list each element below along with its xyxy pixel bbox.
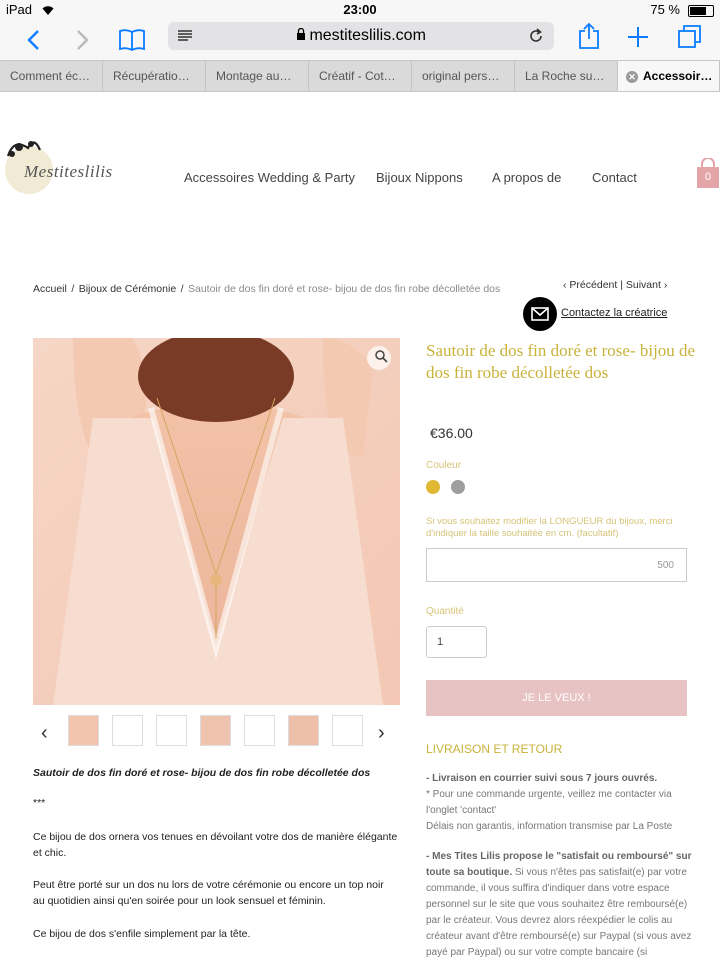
shipping-line-1: - Livraison en courrier suivi sous 7 jou… [426, 773, 658, 784]
product-title: Sautoir de dos fin doré et rose- bijou d… [426, 341, 696, 382]
next-link[interactable]: Suivant [626, 279, 661, 291]
nav-contact[interactable]: Contact [592, 170, 637, 185]
breadcrumb-separator: / [180, 283, 184, 295]
description-p1: Ce bijou de dos ornera vos tenues en dév… [33, 831, 398, 859]
color-label: Couleur [426, 460, 462, 471]
breadcrumb-current: Sautoir de dos fin doré et rose- bijou d… [187, 283, 501, 295]
chevron-right-icon[interactable]: › [664, 279, 668, 291]
gallery-thumbnail[interactable] [68, 715, 99, 746]
product-pager: ‹ Précédent | Suivant › [563, 279, 667, 291]
description-p3: Ce bijou de dos s'enfile simplement par … [33, 928, 251, 940]
breadcrumb-separator: / [71, 283, 75, 295]
quantity-value: 1 [437, 636, 444, 648]
color-swatch-gold[interactable] [426, 480, 440, 494]
url-text: mestiteslilis.com [309, 27, 426, 44]
tab-bar: Comment éc… Récupératio… Montage au… Cré… [0, 60, 720, 92]
add-to-cart-button[interactable]: JE LE VEUX ! [426, 680, 687, 716]
battery-percent: 75 % [650, 2, 680, 17]
shipping-heading: LIVRAISON ET RETOUR [426, 742, 563, 756]
nav-a-propos[interactable]: A propos de [492, 170, 561, 185]
browser-tab[interactable]: La Roche su… [515, 61, 618, 91]
breadcrumb-home[interactable]: Accueil [33, 283, 67, 295]
browser-tab-active[interactable]: ✕ Accessoir… [618, 61, 720, 91]
battery-icon [688, 5, 714, 17]
breadcrumb: Accueil / Bijoux de Cérémonie / Sautoir … [33, 279, 500, 297]
product-price: €36.00 [430, 425, 473, 441]
gallery-thumbnail[interactable] [112, 715, 143, 746]
close-tab-icon[interactable]: ✕ [626, 70, 638, 83]
length-input[interactable]: 500 [426, 548, 687, 582]
quantity-label: Quantité [426, 606, 464, 617]
forward-icon[interactable] [68, 20, 98, 60]
contact-creator-link[interactable]: Contactez la créatrice [561, 307, 667, 319]
shipping-line-3: Délais non garantis, information transmi… [426, 821, 673, 832]
browser-tab[interactable]: original pers… [412, 61, 515, 91]
prev-link[interactable]: Précédent [569, 279, 617, 291]
reload-icon[interactable] [528, 28, 544, 49]
description-stars: *** [33, 797, 46, 809]
browser-tab-label: Accessoir… [643, 69, 713, 83]
gallery-thumbnail[interactable] [156, 715, 187, 746]
logo-text: Mestiteslilis [24, 162, 113, 181]
cart-button[interactable]: 0 [696, 157, 720, 188]
zoom-icon[interactable] [374, 349, 388, 366]
browser-tab[interactable]: Comment éc… [0, 61, 103, 91]
product-image[interactable] [33, 338, 400, 705]
gallery-thumbnail[interactable] [288, 715, 319, 746]
gallery-thumbnail[interactable] [332, 715, 363, 746]
shipping-line-2: * Pour une commande urgente, veillez me … [426, 789, 672, 816]
description-p2: Peut être porté sur un dos nu lors de vo… [33, 879, 384, 907]
color-swatch-grey[interactable] [451, 480, 465, 494]
site-logo[interactable]: Mestiteslilis [4, 132, 154, 198]
clock: 23:00 [343, 2, 377, 17]
browser-tab[interactable]: Créatif - Cot… [309, 61, 412, 91]
envelope-icon[interactable] [523, 297, 557, 331]
share-icon[interactable] [578, 22, 600, 55]
shipping-guarantee-text: Si vous n'êtes pas satisfait(e) par votr… [426, 867, 692, 958]
browser-tab[interactable]: Montage au… [206, 61, 309, 91]
description-title: Sautoir de dos fin doré et rose- bijou d… [33, 767, 371, 779]
gallery-thumbnail[interactable] [200, 715, 231, 746]
gallery-next-icon[interactable]: › [378, 722, 385, 745]
chevron-left-icon[interactable]: ‹ [563, 279, 567, 291]
back-icon[interactable] [18, 20, 48, 60]
breadcrumb-category[interactable]: Bijoux de Cérémonie [79, 283, 176, 295]
browser-tab[interactable]: Récupératio… [103, 61, 206, 91]
cart-count: 0 [704, 171, 712, 183]
pager-separator: | [620, 279, 623, 291]
status-bar: iPad 23:00 75 % [0, 0, 720, 20]
tabs-icon[interactable] [677, 24, 703, 55]
nav-wedding-party[interactable]: Accessoires Wedding & Party [184, 170, 355, 185]
new-tab-icon[interactable] [627, 26, 649, 53]
address-bar[interactable]: mestiteslilis.com [168, 22, 554, 50]
shipping-text: - Livraison en courrier suivi sous 7 jou… [426, 771, 694, 969]
length-input-value: 500 [657, 560, 674, 571]
bookmarks-icon[interactable] [114, 20, 150, 60]
nav-bijoux-nippons[interactable]: Bijoux Nippons [376, 170, 463, 185]
lock-icon [296, 27, 309, 43]
length-label: Si vous souhaitez modifier la LONGUEUR d… [426, 516, 673, 539]
gallery-prev-icon[interactable]: ‹ [41, 722, 48, 745]
gallery-thumbnail[interactable] [244, 715, 275, 746]
quantity-input[interactable]: 1 [426, 626, 487, 658]
